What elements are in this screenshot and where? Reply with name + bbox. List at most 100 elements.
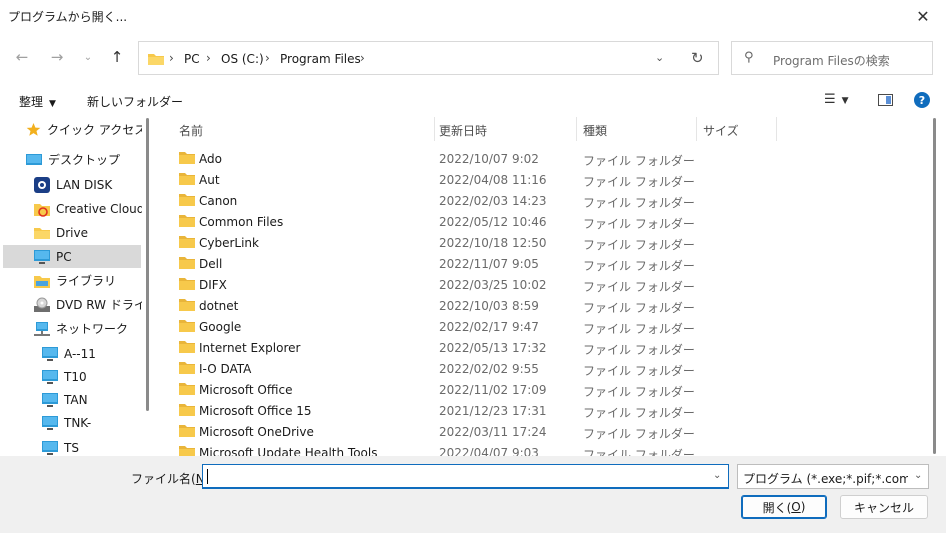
help-icon[interactable]: ?	[914, 92, 930, 108]
sidebar-item-drive[interactable]: Drive	[34, 221, 142, 244]
network-icon	[34, 321, 50, 336]
refresh-icon[interactable]: ↻	[691, 49, 704, 67]
sidebar-item-network-computer[interactable]: TS	[42, 436, 142, 456]
file-date: 2022/03/25 10:02	[439, 278, 547, 292]
file-date: 2022/04/07 9:03	[439, 446, 539, 456]
sidebar-item-quick-access[interactable]: クイック アクセス	[26, 118, 142, 141]
sidebar-item-lan-disk[interactable]: LAN DISK	[34, 173, 142, 196]
open-button[interactable]: 開く(O)	[741, 495, 827, 519]
forward-button[interactable]: →	[46, 46, 68, 68]
address-dropdown-icon[interactable]: ⌄	[655, 51, 664, 64]
view-options-button[interactable]: ☰ ▼	[824, 92, 849, 107]
column-divider[interactable]	[434, 117, 435, 141]
file-date: 2022/10/18 12:50	[439, 236, 547, 250]
computer-icon	[42, 392, 58, 407]
column-divider[interactable]	[776, 117, 777, 141]
library-icon	[34, 275, 50, 288]
sidebar-item-desktop[interactable]: デスクトップ	[26, 148, 142, 171]
breadcrumb-drive[interactable]: OS (C:)	[221, 52, 264, 66]
column-header-date[interactable]: 更新日時	[439, 117, 487, 143]
sidebar-item-network-computer[interactable]: TNK-	[42, 411, 142, 434]
file-row[interactable]: Dell 2022/11/07 9:05 ファイル フォルダー	[158, 253, 928, 274]
address-bar[interactable]: › PC › OS (C:) › Program Files › ⌄ ↻	[138, 41, 719, 75]
sidebar-item-dvd-drive[interactable]: DVD RW ドライブ	[34, 293, 142, 316]
folder-icon	[179, 340, 195, 356]
breadcrumb-program-files[interactable]: Program Files	[280, 52, 361, 66]
back-button[interactable]: ←	[11, 46, 33, 68]
column-divider[interactable]	[696, 117, 697, 141]
file-name: Canon	[199, 194, 238, 208]
new-folder-button[interactable]: 新しいフォルダー	[87, 93, 183, 110]
preview-pane-icon[interactable]	[878, 94, 893, 106]
column-header-type[interactable]: 種類	[583, 117, 607, 143]
sidebar-item-library[interactable]: ライブラリ	[34, 269, 142, 292]
folder-icon	[179, 403, 195, 419]
file-row[interactable]: CyberLink 2022/10/18 12:50 ファイル フォルダー	[158, 232, 928, 253]
up-button[interactable]: ↑	[106, 46, 128, 68]
sidebar-item-creative-cloud[interactable]: Creative Cloud F	[34, 197, 142, 220]
file-row[interactable]: Google 2022/02/17 9:47 ファイル フォルダー	[158, 316, 928, 337]
file-row[interactable]: Internet Explorer 2022/05/13 17:32 ファイル フォ…	[158, 337, 928, 358]
back-arrow-icon: ←	[15, 48, 29, 66]
close-button[interactable]: ✕	[900, 0, 946, 32]
file-name: Google	[199, 320, 242, 334]
file-name: Common Files	[199, 215, 284, 229]
file-date: 2022/02/03 14:23	[439, 194, 547, 208]
dvd-drive-icon	[34, 297, 50, 312]
file-row[interactable]: I-O DATA 2022/02/02 9:55 ファイル フォルダー	[158, 358, 928, 379]
file-date: 2022/10/03 8:59	[439, 299, 539, 313]
file-row[interactable]: Microsoft OneDrive 2022/03/11 17:24 ファイル フ…	[158, 421, 928, 442]
folder-icon	[179, 361, 195, 377]
file-name: I-O DATA	[199, 362, 252, 376]
chevron-down-icon[interactable]: ⌄	[713, 470, 721, 481]
command-bar: 整理 ▼ 新しいフォルダー ☰ ▼ ?	[0, 86, 946, 116]
file-row[interactable]: dotnet 2022/10/03 8:59 ファイル フォルダー	[158, 295, 928, 316]
file-type: ファイル フォルダー	[583, 238, 695, 252]
file-row[interactable]: Ado 2022/10/07 9:02 ファイル フォルダー	[158, 148, 928, 169]
search-input[interactable]: Program Filesの検索	[773, 52, 890, 69]
text-caret	[207, 469, 208, 484]
breadcrumb-pc[interactable]: PC	[184, 52, 200, 66]
file-row[interactable]: Common Files 2022/05/12 10:46 ファイル フォルダー	[158, 211, 928, 232]
file-row[interactable]: Canon 2022/02/03 14:23 ファイル フォルダー	[158, 190, 928, 211]
column-header-name[interactable]: 名前	[179, 117, 203, 143]
pc-icon	[34, 249, 50, 264]
file-type-select[interactable]: プログラム (*.exe;*.pif;*.com;*.bat ⌄	[737, 464, 929, 489]
sidebar-item-network-computer[interactable]: A--11	[42, 342, 142, 365]
folder-icon	[148, 54, 164, 65]
folder-icon	[179, 172, 195, 188]
file-type: ファイル フォルダー	[583, 154, 695, 168]
file-type: ファイル フォルダー	[583, 196, 695, 210]
sidebar-item-pc[interactable]: PC	[3, 245, 141, 268]
cancel-button[interactable]: キャンセル	[840, 495, 928, 519]
file-list-scrollbar[interactable]	[933, 118, 936, 454]
file-name: Aut	[199, 173, 220, 187]
file-row[interactable]: Microsoft Update Health Tools 2022/04/07 …	[158, 442, 928, 456]
column-header-size[interactable]: サイズ	[703, 117, 739, 143]
file-row[interactable]: DIFX 2022/03/25 10:02 ファイル フォルダー	[158, 274, 928, 295]
folder-icon	[179, 214, 195, 230]
sidebar-item-network-computer[interactable]: T10	[42, 365, 142, 388]
organize-button[interactable]: 整理 ▼	[19, 93, 56, 110]
filename-input[interactable]: ⌄	[202, 464, 729, 489]
sidebar-item-network-computer[interactable]: TAN	[42, 388, 142, 411]
lan-disk-icon	[34, 176, 50, 193]
recent-locations-button[interactable]: ⌄	[77, 46, 99, 68]
column-divider[interactable]	[576, 117, 577, 141]
folder-icon	[179, 235, 195, 251]
folder-icon	[179, 319, 195, 335]
file-row[interactable]: Aut 2022/04/08 11:16 ファイル フォルダー	[158, 169, 928, 190]
navigation-scrollbar[interactable]	[146, 118, 149, 411]
file-row[interactable]: Microsoft Office 15 2021/12/23 17:31 ファイル …	[158, 400, 928, 421]
file-name: Dell	[199, 257, 223, 271]
file-name: Microsoft OneDrive	[199, 425, 314, 439]
caret-down-icon: ▼	[841, 96, 849, 106]
folder-icon	[179, 277, 195, 293]
folder-icon	[34, 228, 50, 239]
title-bar: プログラムから開く... ✕	[0, 0, 946, 32]
computer-icon	[42, 440, 58, 455]
creative-cloud-icon	[34, 203, 50, 217]
sidebar-item-network[interactable]: ネットワーク	[34, 317, 142, 340]
file-row[interactable]: Microsoft Office 2022/11/02 17:09 ファイル フォル…	[158, 379, 928, 400]
search-box[interactable]: ⚲ Program Filesの検索	[731, 41, 933, 75]
